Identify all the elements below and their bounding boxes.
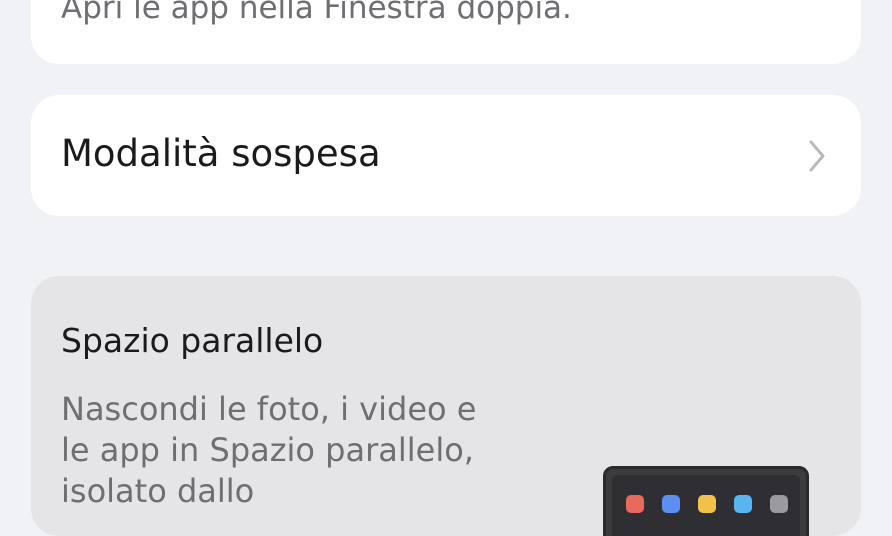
app-icon xyxy=(626,495,644,513)
tablet-illustration xyxy=(603,466,809,536)
dual-window-card[interactable]: Apri le app nella Finestra doppia. xyxy=(31,0,861,64)
parallel-space-card[interactable]: Spazio parallelo Nascondi le foto, i vid… xyxy=(31,276,861,536)
parallel-space-title: Spazio parallelo xyxy=(61,321,324,360)
chevron-right-icon xyxy=(809,140,825,172)
app-icon xyxy=(770,495,788,513)
suspended-mode-row[interactable]: Modalità sospesa xyxy=(31,95,861,216)
app-icon xyxy=(698,495,716,513)
suspended-mode-label: Modalità sospesa xyxy=(61,132,381,175)
app-icon xyxy=(734,495,752,513)
tablet-screen xyxy=(612,475,800,536)
parallel-space-description: Nascondi le foto, i video e le app in Sp… xyxy=(61,390,477,510)
dual-window-subtitle: Apri le app nella Finestra doppia. xyxy=(61,0,572,26)
app-icon xyxy=(662,495,680,513)
